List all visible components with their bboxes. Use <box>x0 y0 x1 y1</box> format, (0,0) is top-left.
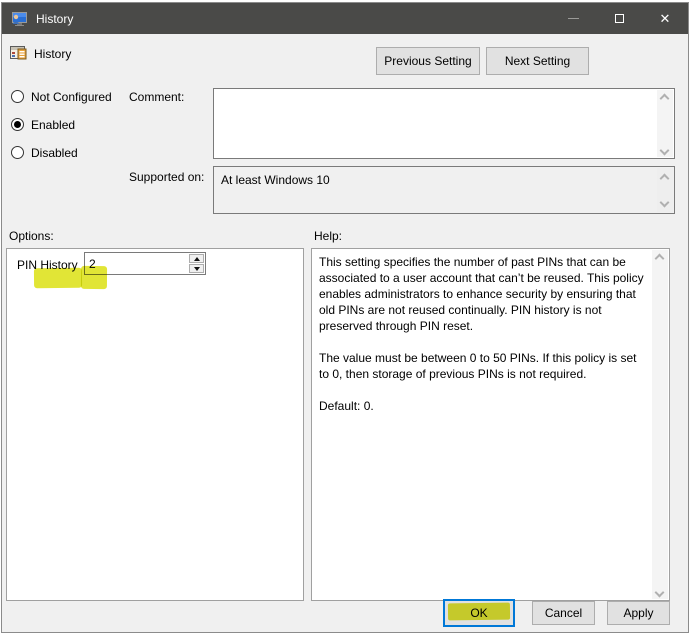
help-paragraph: This setting specifies the number of pas… <box>319 255 644 333</box>
next-setting-button[interactable]: Next Setting <box>486 47 589 75</box>
pin-history-input[interactable] <box>85 253 188 274</box>
help-scrollbar[interactable] <box>652 250 668 599</box>
help-paragraph: The value must be between 0 to 50 PINs. … <box>319 351 637 381</box>
title-bar[interactable]: History ✕ <box>2 3 688 34</box>
arrow-up-icon <box>193 256 200 261</box>
page-title: History <box>34 47 72 61</box>
options-label: Options: <box>9 229 54 243</box>
help-text: This setting specifies the number of pas… <box>319 254 644 414</box>
radio-disabled[interactable]: Disabled <box>11 145 78 160</box>
radio-circle <box>11 146 24 159</box>
minimize-button[interactable] <box>550 3 596 34</box>
policy-setting-icon <box>10 44 27 60</box>
comment-textarea[interactable] <box>213 88 675 159</box>
help-panel: This setting specifies the number of pas… <box>311 248 670 601</box>
policy-setting-dialog: History ✕ History Previous Setting Next … <box>1 2 689 633</box>
supported-on-value: At least Windows 10 <box>221 173 330 187</box>
radio-label: Enabled <box>31 117 76 132</box>
help-label: Help: <box>314 229 343 243</box>
maximize-button[interactable] <box>596 3 642 34</box>
scroll-down-icon[interactable] <box>659 197 670 208</box>
apply-button[interactable]: Apply <box>607 601 670 625</box>
comment-label: Comment: <box>129 90 185 104</box>
pin-history-label: PIN History <box>17 258 78 272</box>
radio-circle <box>11 90 24 103</box>
supported-on-label: Supported on: <box>129 170 205 184</box>
group-policy-icon <box>11 11 28 27</box>
scroll-up-icon[interactable] <box>659 93 670 104</box>
scroll-up-icon[interactable] <box>654 253 665 264</box>
radio-label: Not Configured <box>31 89 112 104</box>
ok-button[interactable]: OK <box>443 599 515 627</box>
cancel-button[interactable]: Cancel <box>532 601 595 625</box>
spinner-down-button[interactable] <box>189 264 204 273</box>
scroll-up-icon[interactable] <box>659 173 670 184</box>
comment-scrollbar[interactable] <box>657 90 673 157</box>
radio-not-configured[interactable]: Not Configured <box>11 89 112 104</box>
help-paragraph: Default: 0. <box>319 399 374 413</box>
arrow-down-icon <box>193 266 200 271</box>
scroll-down-icon[interactable] <box>659 145 670 156</box>
radio-enabled[interactable]: Enabled <box>11 117 75 132</box>
supported-scrollbar[interactable] <box>657 168 673 212</box>
close-button[interactable]: ✕ <box>642 3 688 34</box>
minimize-icon <box>567 18 579 19</box>
supported-on-field: At least Windows 10 <box>213 166 675 214</box>
spinner-up-button[interactable] <box>189 254 204 263</box>
radio-label: Disabled <box>31 145 78 160</box>
maximize-icon <box>614 14 624 23</box>
radio-circle <box>11 118 24 131</box>
pin-history-spinner[interactable] <box>84 252 206 275</box>
options-panel: PIN History <box>6 248 304 601</box>
window-title: History <box>36 11 74 26</box>
ok-label: OK <box>470 606 488 620</box>
close-icon: ✕ <box>659 10 671 26</box>
scroll-down-icon[interactable] <box>654 587 665 598</box>
previous-setting-button[interactable]: Previous Setting <box>376 47 480 75</box>
